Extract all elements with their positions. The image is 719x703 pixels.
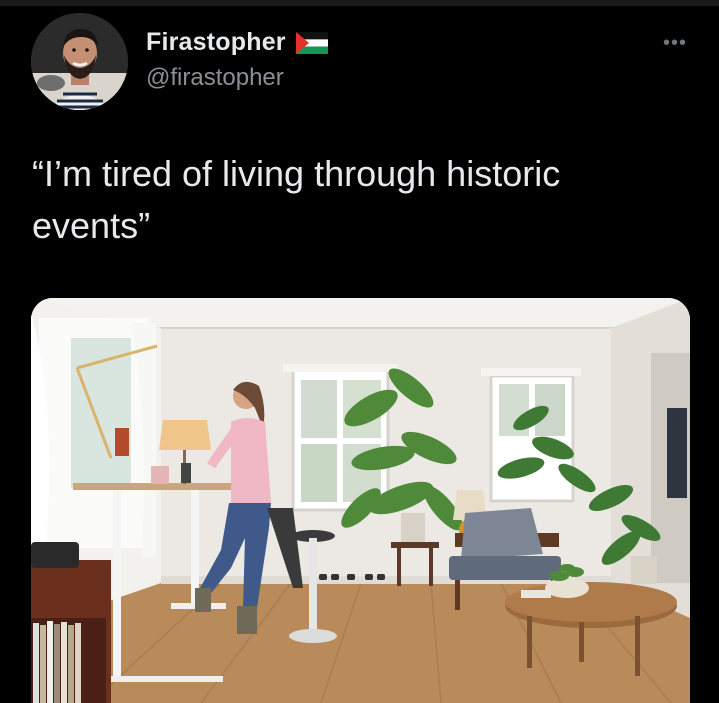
display-name[interactable]: Firastopher (146, 28, 286, 57)
more-options-icon[interactable]: ••• (663, 32, 687, 55)
top-strip (0, 0, 719, 6)
avatar[interactable] (31, 13, 128, 110)
avatar-image (31, 13, 128, 110)
palestine-flag-icon (295, 31, 328, 54)
tweet-photo[interactable] (31, 298, 690, 703)
user-handle[interactable]: @firastopher (146, 64, 284, 92)
tweet-text: “I’m tired of living through historic ev… (32, 153, 561, 246)
photo-standing-desk-living-room (31, 298, 690, 703)
display-name-row: Firastopher (146, 28, 328, 57)
tweet-card: Firastopher @firastopher ••• “I’m tired … (0, 0, 719, 703)
